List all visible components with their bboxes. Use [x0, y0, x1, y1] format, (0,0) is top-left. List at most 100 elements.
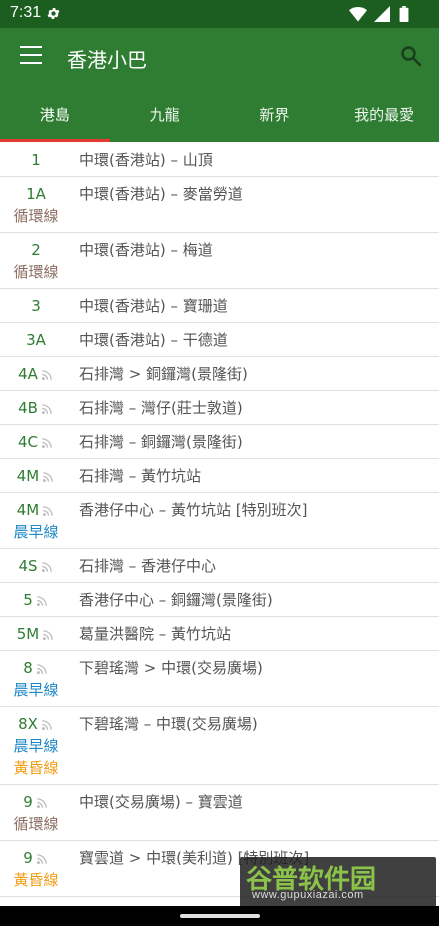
route-number-cell: 3 [0, 289, 72, 322]
app-bar: 香港小巴 [0, 28, 439, 88]
status-bar: 7:31 [0, 0, 439, 28]
route-number: 4M [16, 501, 40, 519]
settings-gear-icon [47, 8, 60, 19]
menu-icon[interactable] [20, 46, 42, 66]
route-row[interactable]: 2 循環線 中環(香港站) – 梅道 [0, 233, 439, 289]
route-badge-circular: 循環線 [13, 207, 59, 225]
rss-feed-icon [36, 854, 47, 865]
route-description: 中環(香港站) – 山頂 [79, 151, 213, 169]
route-description: 香港仔中心 – 黃竹坑站 [特別班次] [79, 501, 308, 519]
route-row[interactable]: 4B 石排灣 – 灣仔(莊士敦道) [0, 391, 439, 425]
wifi-icon [348, 7, 367, 22]
route-number: 1A [26, 185, 46, 203]
route-row[interactable]: 9 循環線 中環(交易廣場) – 寶雲道 [0, 785, 439, 841]
route-number-cell: 4C [0, 425, 72, 458]
route-number-cell: 4M [0, 459, 72, 492]
search-icon[interactable] [399, 44, 423, 68]
route-row[interactable]: 5M 葛量洪醫院 – 黃竹坑站 [0, 617, 439, 651]
route-badge-circular: 循環線 [13, 263, 59, 281]
route-number-cell: 8 晨早線 [0, 651, 72, 706]
home-gesture-handle[interactable] [180, 914, 260, 918]
route-row[interactable]: 4C 石排灣 – 銅鑼灣(景隆街) [0, 425, 439, 459]
route-number-cell: 5M [0, 617, 72, 650]
route-badge-morning: 晨早線 [13, 681, 59, 699]
route-row[interactable]: 4M 石排灣 – 黃竹坑站 [0, 459, 439, 493]
route-number: 4S [18, 557, 38, 575]
route-row[interactable]: 3 中環(香港站) – 寶珊道 [0, 289, 439, 323]
signal-icon [373, 6, 390, 22]
route-description: 石排灣 – 香港仔中心 [79, 557, 217, 575]
route-number: 8 [23, 659, 33, 677]
route-description: 中環(香港站) – 梅道 [79, 241, 213, 259]
route-description: 下碧瑤灣 – 中環(交易廣場) [79, 715, 258, 733]
route-list: 1 中環(香港站) – 山頂 1A 循環線 中環(香港站) – 麥當勞道 2 循環線 中環(香… [0, 143, 439, 897]
route-number-cell: 1 [0, 143, 72, 176]
route-number-cell: 9 黃昏線 [0, 841, 72, 896]
route-number-cell: 1A 循環線 [0, 177, 72, 232]
route-description: 中環(香港站) – 干德道 [79, 331, 228, 349]
route-number-cell: 9 循環線 [0, 785, 72, 840]
rss-feed-icon [41, 562, 52, 573]
route-number-cell: 5 [0, 583, 72, 616]
rss-feed-icon [41, 370, 52, 381]
route-number-cell: 4M 晨早線 [0, 493, 72, 548]
route-row[interactable]: 4S 石排灣 – 香港仔中心 [0, 549, 439, 583]
route-number-cell: 3A [0, 323, 72, 356]
route-number: 8X [18, 715, 38, 733]
rss-feed-icon [41, 720, 52, 731]
navigation-bar [0, 906, 439, 926]
route-number: 4M [16, 467, 40, 485]
route-number-cell: 4A [0, 357, 72, 390]
region-tabs: 港島 九龍 新界 我的最愛 [0, 88, 439, 142]
route-number-cell: 2 循環線 [0, 233, 72, 288]
route-row[interactable]: 8 晨早線 下碧瑤灣 > 中環(交易廣場) [0, 651, 439, 707]
route-badge-morning: 晨早線 [13, 523, 59, 541]
route-badge-morning: 晨早線 [13, 737, 59, 755]
tab-favorites[interactable]: 我的最愛 [329, 88, 439, 142]
route-badge-evening: 黃昏線 [13, 759, 59, 777]
route-number: 9 [23, 849, 33, 867]
route-row[interactable]: 5 香港仔中心 – 銅鑼灣(景隆街) [0, 583, 439, 617]
status-time: 7:31 [10, 4, 42, 21]
route-number: 5M [16, 625, 40, 643]
rss-feed-icon [41, 404, 52, 415]
route-description: 葛量洪醫院 – 黃竹坑站 [79, 625, 232, 643]
route-badge-evening: 黃昏線 [13, 871, 59, 889]
route-row[interactable]: 1A 循環線 中環(香港站) – 麥當勞道 [0, 177, 439, 233]
route-description: 下碧瑤灣 > 中環(交易廣場) [79, 659, 263, 677]
route-number: 3 [31, 297, 41, 315]
route-badge-circular: 循環線 [13, 815, 59, 833]
route-number: 4C [17, 433, 39, 451]
route-description: 中環(香港站) – 寶珊道 [79, 297, 228, 315]
route-number: 1 [31, 151, 41, 169]
rss-feed-icon [36, 798, 47, 809]
battery-icon [399, 6, 409, 22]
route-row[interactable]: 8X 晨早線黃昏線 下碧瑤灣 – 中環(交易廣場) [0, 707, 439, 785]
route-row[interactable]: 3A 中環(香港站) – 干德道 [0, 323, 439, 357]
rss-feed-icon [43, 506, 54, 517]
watermark: 谷普软件园 www.gupuxiazai.com [240, 857, 436, 907]
route-description: 中環(香港站) – 麥當勞道 [79, 185, 243, 203]
route-number: 5 [23, 591, 33, 609]
tab-kowloon[interactable]: 九龍 [110, 88, 220, 142]
rss-feed-icon [43, 630, 54, 641]
route-number: 4A [18, 365, 38, 383]
route-row[interactable]: 4M 晨早線 香港仔中心 – 黃竹坑站 [特別班次] [0, 493, 439, 549]
tab-new-territories[interactable]: 新界 [220, 88, 330, 142]
route-number-cell: 8X 晨早線黃昏線 [0, 707, 72, 784]
rss-feed-icon [36, 664, 47, 675]
route-row[interactable]: 1 中環(香港站) – 山頂 [0, 143, 439, 177]
route-description: 石排灣 > 銅鑼灣(景隆街) [79, 365, 248, 383]
rss-feed-icon [43, 472, 54, 483]
route-number: 4B [18, 399, 38, 417]
app-title: 香港小巴 [67, 48, 147, 72]
route-description: 中環(交易廣場) – 寶雲道 [79, 793, 243, 811]
route-number-cell: 4S [0, 549, 72, 582]
rss-feed-icon [36, 596, 47, 607]
route-description: 石排灣 – 銅鑼灣(景隆街) [79, 433, 243, 451]
watermark-url: www.gupuxiazai.com [252, 889, 364, 901]
route-description: 石排灣 – 黃竹坑站 [79, 467, 202, 485]
tab-hk-island[interactable]: 港島 [0, 88, 110, 142]
rss-feed-icon [41, 438, 52, 449]
route-row[interactable]: 4A 石排灣 > 銅鑼灣(景隆街) [0, 357, 439, 391]
